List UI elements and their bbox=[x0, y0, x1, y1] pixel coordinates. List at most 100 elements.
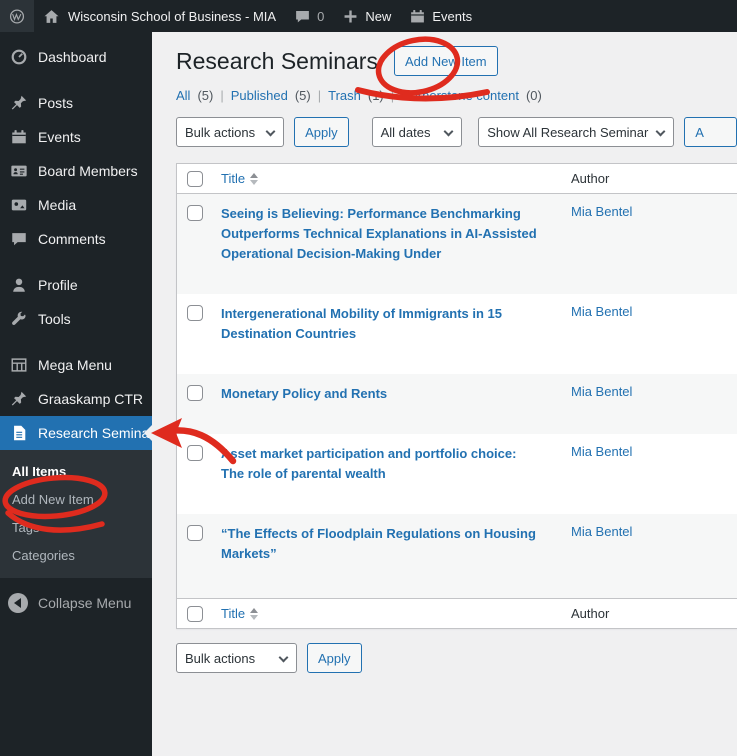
table-footer-row: Title Author bbox=[177, 598, 737, 628]
sidebar-item-posts[interactable]: Posts bbox=[0, 86, 152, 120]
chevron-down-icon bbox=[278, 652, 289, 663]
sidebar-item-comments[interactable]: Comments bbox=[0, 222, 152, 256]
add-new-item-button[interactable]: Add New Item bbox=[393, 46, 498, 76]
admin-sidebar: Dashboard Posts Events Board Members Med… bbox=[0, 32, 161, 756]
collapse-arrow-icon bbox=[8, 593, 28, 613]
document-icon bbox=[10, 424, 28, 442]
id-card-icon bbox=[10, 162, 28, 180]
table-header-row: Title Author bbox=[177, 164, 737, 194]
user-icon bbox=[10, 276, 28, 294]
sidebar-item-events[interactable]: Events bbox=[0, 120, 152, 154]
view-all-link[interactable]: All bbox=[176, 88, 190, 103]
bulk-actions-select-bottom[interactable]: Bulk actions bbox=[176, 643, 297, 673]
view-cornerstone-link[interactable]: Cornerstone content bbox=[401, 88, 519, 103]
sidebar-item-board-members[interactable]: Board Members bbox=[0, 154, 152, 188]
submenu-item-tags[interactable]: Tags bbox=[0, 513, 152, 541]
chevron-down-icon bbox=[443, 126, 454, 137]
view-separator: | bbox=[390, 88, 395, 103]
author-link[interactable]: Mia Bentel bbox=[571, 204, 632, 219]
table-row: Asset market participation and portfolio… bbox=[177, 434, 737, 514]
chevron-down-icon bbox=[655, 126, 666, 137]
sidebar-item-profile[interactable]: Profile bbox=[0, 268, 152, 302]
submenu-item-categories[interactable]: Categories bbox=[0, 541, 152, 569]
media-icon bbox=[10, 196, 28, 214]
apply-button[interactable]: Apply bbox=[294, 117, 349, 147]
row-checkbox[interactable] bbox=[187, 385, 203, 401]
column-header-author: Author bbox=[571, 171, 610, 186]
menu-separator bbox=[0, 256, 152, 268]
events-label: Events bbox=[432, 8, 473, 24]
collapse-menu-button[interactable]: Collapse Menu bbox=[0, 586, 152, 620]
sidebar-item-dashboard[interactable]: Dashboard bbox=[0, 40, 152, 74]
post-title-link[interactable]: Seeing is Believing: Performance Benchma… bbox=[221, 206, 537, 261]
view-separator: | bbox=[220, 88, 224, 103]
select-all-checkbox[interactable] bbox=[187, 605, 203, 622]
comments-shortcut[interactable]: 0 bbox=[285, 0, 333, 32]
view-cornerstone-count: (0) bbox=[525, 88, 542, 103]
home-icon bbox=[43, 8, 60, 25]
new-label: New bbox=[365, 8, 392, 24]
taxonomy-filter-select[interactable]: Show All Research Seminar bbox=[478, 117, 675, 147]
post-title-link[interactable]: Asset market participation and portfolio… bbox=[221, 446, 516, 481]
author-link[interactable]: Mia Bentel bbox=[571, 524, 632, 539]
sidebar-item-tools[interactable]: Tools bbox=[0, 302, 152, 336]
sidebar-item-research-seminars[interactable]: Research Seminars bbox=[0, 416, 161, 450]
post-title-link[interactable]: Monetary Policy and Rents bbox=[221, 386, 387, 401]
grid-icon bbox=[10, 356, 28, 374]
sort-icon bbox=[250, 172, 259, 185]
date-filter-select[interactable]: All dates bbox=[371, 117, 463, 147]
calendar-icon bbox=[409, 8, 426, 25]
filter-button-clipped[interactable]: A bbox=[684, 117, 737, 147]
table-row: Monetary Policy and Rents Mia Bentel bbox=[177, 374, 737, 434]
page-title: Research Seminars bbox=[176, 48, 378, 74]
table-toolbar-bottom: Bulk actions Apply bbox=[176, 643, 737, 673]
apply-button-bottom[interactable]: Apply bbox=[307, 643, 362, 673]
view-trash-link[interactable]: Trash bbox=[328, 88, 361, 103]
row-checkbox[interactable] bbox=[187, 305, 203, 321]
new-content-button[interactable]: New bbox=[333, 0, 400, 32]
submenu-item-all-items[interactable]: All Items bbox=[0, 457, 152, 485]
table-row: Intergenerational Mobility of Immigrants… bbox=[177, 294, 737, 374]
row-checkbox[interactable] bbox=[187, 525, 203, 541]
site-name: Wisconsin School of Business - MIA bbox=[68, 8, 277, 24]
table-row: “The Effects of Floodplain Regulations o… bbox=[177, 514, 737, 598]
admin-bar: Wisconsin School of Business - MIA 0 New… bbox=[0, 0, 737, 32]
pin-icon bbox=[10, 94, 28, 112]
author-link[interactable]: Mia Bentel bbox=[571, 444, 632, 459]
author-link[interactable]: Mia Bentel bbox=[571, 384, 632, 399]
bulk-actions-select[interactable]: Bulk actions bbox=[176, 117, 285, 147]
post-title-link[interactable]: Intergenerational Mobility of Immigrants… bbox=[221, 306, 502, 341]
pin-icon bbox=[10, 390, 28, 408]
select-all-checkbox[interactable] bbox=[187, 170, 203, 187]
comment-icon bbox=[10, 230, 28, 248]
table-row: Seeing is Believing: Performance Benchma… bbox=[177, 194, 737, 294]
events-shortcut[interactable]: Events bbox=[400, 0, 481, 32]
wordpress-logo-icon bbox=[9, 8, 25, 25]
post-title-link[interactable]: “The Effects of Floodplain Regulations o… bbox=[221, 526, 536, 561]
row-checkbox[interactable] bbox=[187, 445, 203, 461]
view-trash-count: (1) bbox=[367, 88, 384, 103]
column-footer-title[interactable]: Title bbox=[221, 606, 259, 621]
menu-separator bbox=[0, 336, 152, 348]
chevron-down-icon bbox=[265, 126, 276, 137]
view-published-link[interactable]: Published bbox=[231, 88, 288, 103]
research-seminars-submenu: All Items Add New Item Tags Categories bbox=[0, 450, 152, 578]
sidebar-item-media[interactable]: Media bbox=[0, 188, 152, 222]
row-checkbox[interactable] bbox=[187, 205, 203, 221]
sidebar-item-graaskamp-ctr[interactable]: Graaskamp CTR bbox=[0, 382, 152, 416]
author-link[interactable]: Mia Bentel bbox=[571, 304, 632, 319]
calendar-icon bbox=[10, 128, 28, 146]
submenu-item-add-new-item[interactable]: Add New Item bbox=[0, 485, 152, 513]
column-footer-author: Author bbox=[571, 606, 610, 621]
plus-icon bbox=[342, 8, 359, 25]
site-link[interactable]: Wisconsin School of Business - MIA bbox=[34, 0, 285, 32]
sidebar-item-mega-menu[interactable]: Mega Menu bbox=[0, 348, 152, 382]
comment-bubble-icon bbox=[294, 8, 311, 25]
wordpress-menu-button[interactable] bbox=[0, 0, 34, 32]
page-header: Research Seminars Add New Item bbox=[176, 46, 737, 76]
menu-separator bbox=[0, 74, 152, 86]
active-menu-notch bbox=[144, 425, 152, 441]
table-toolbar-top: Bulk actions Apply All dates Show All Re… bbox=[176, 117, 737, 147]
column-header-title[interactable]: Title bbox=[221, 171, 259, 186]
comments-count: 0 bbox=[317, 8, 325, 24]
